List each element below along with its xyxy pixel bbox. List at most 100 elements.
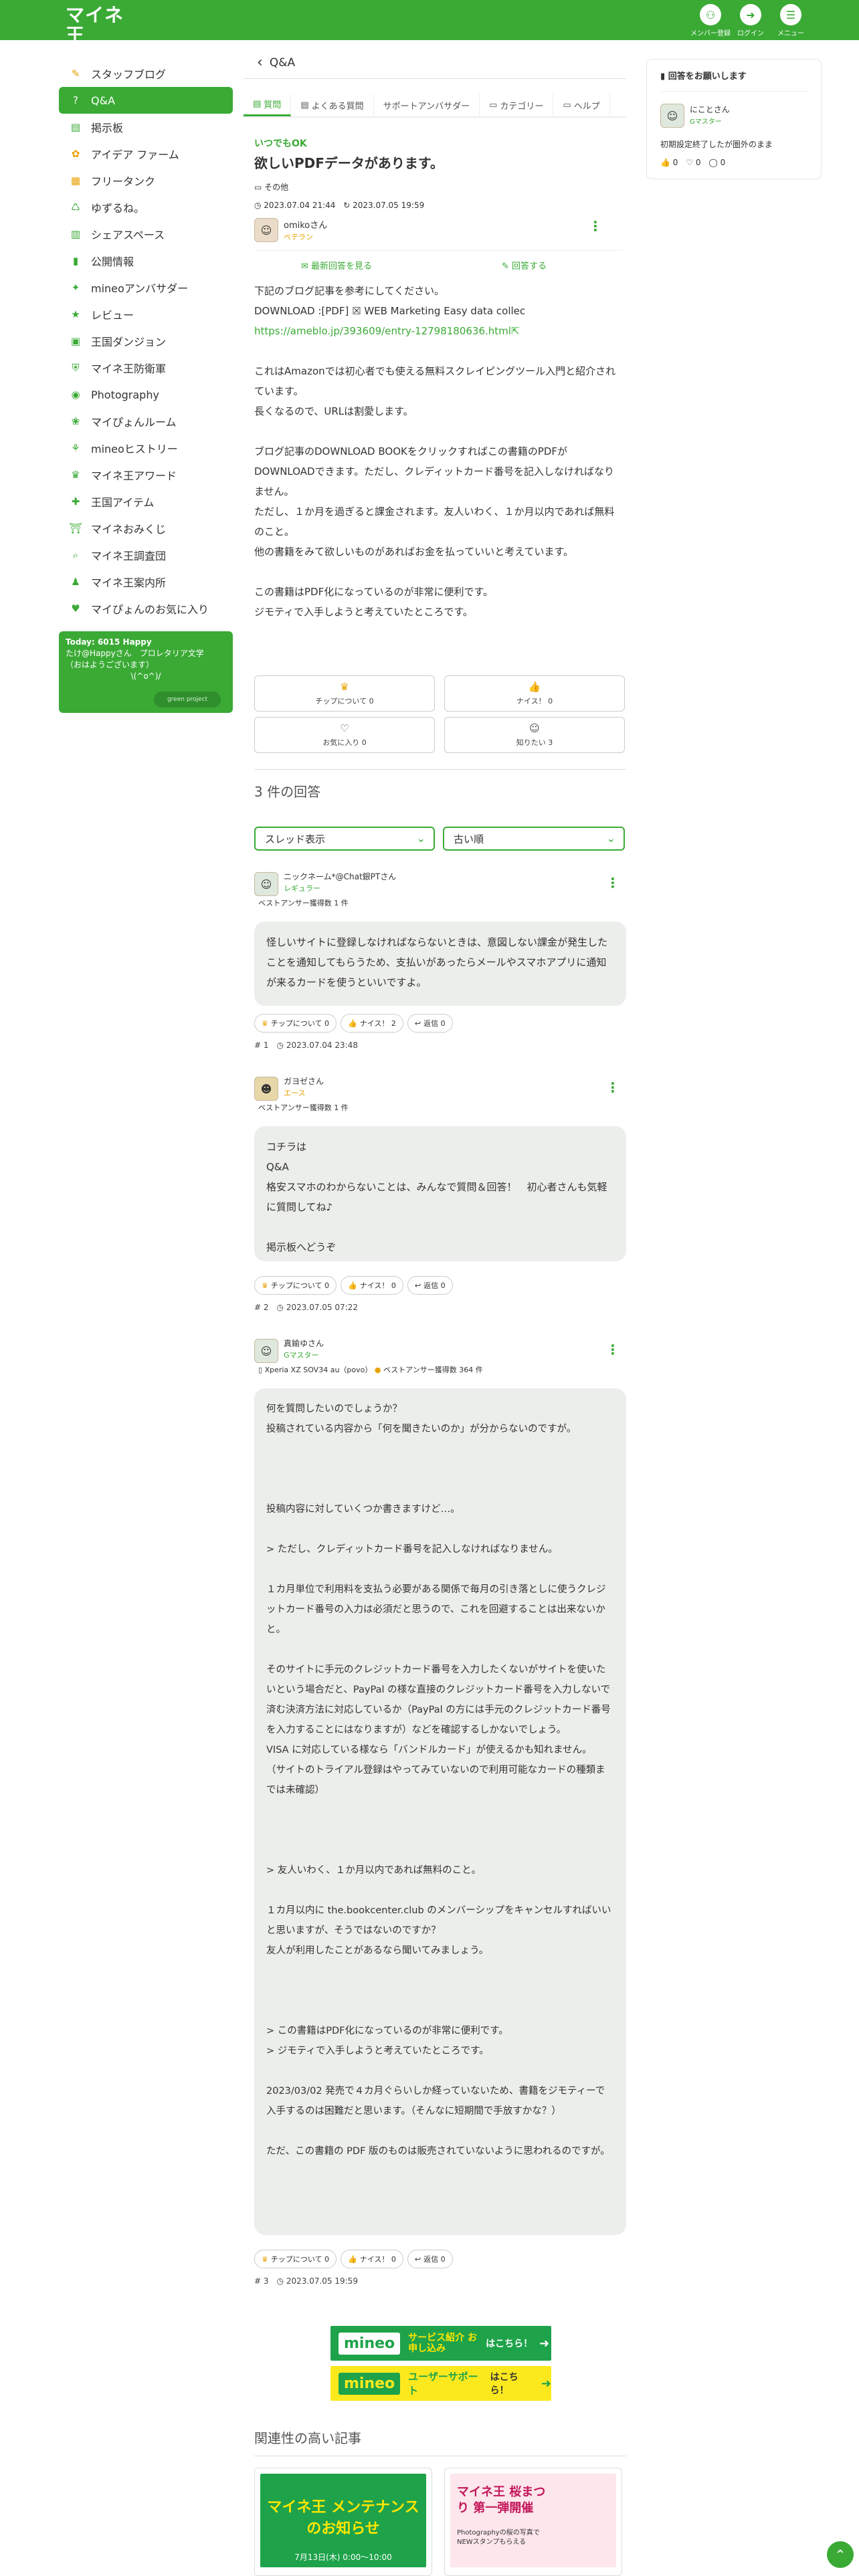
thread-view-select[interactable]: スレッド表示 ⌄ — [254, 827, 435, 851]
author-name[interactable]: omikoさん — [284, 218, 327, 231]
support-banner[interactable]: mineo ユーザーサポート はこちら！ ➜ — [330, 2366, 551, 2401]
favorite-button[interactable]: ♡ お気に入り 0 — [254, 717, 435, 753]
author-name[interactable]: 真鍮ゆさん — [284, 1337, 324, 1349]
nice-chip[interactable]: 👍 ナイス！ 0 — [341, 2250, 403, 2268]
sidebar-icon: ✿ — [71, 148, 80, 160]
more-options-icon[interactable]: ⋮ — [606, 1341, 619, 1358]
tip-button[interactable]: ♛ チップについて 0 — [254, 675, 435, 712]
answer-1-actions: ♛ チップについて 0 👍 ナイス！ 2 ↩ 返信 0 — [254, 1014, 453, 1034]
reply-link[interactable]: ✎ 回答する — [502, 259, 547, 272]
crown-icon: ♛ — [340, 681, 349, 693]
question-title: 欲しいPDFデータがあります。 — [254, 155, 444, 171]
menu-button[interactable]: ☰ メニュー — [769, 4, 812, 37]
author-name[interactable]: ニックネーム*@Chat銀PTさん — [284, 871, 396, 882]
sidebar-item-3[interactable]: ✿ アイデア ファーム — [59, 140, 233, 167]
related-title: 関連性の高い記事 — [254, 2430, 361, 2446]
nice-chip[interactable]: 👍 ナイス！ 2 — [341, 1014, 403, 1033]
latest-answer-link[interactable]: ✉ 最新回答を見る — [301, 259, 372, 272]
source-link[interactable]: https://ameblo.jp/393609/entry-127981806… — [254, 321, 622, 341]
sidebar-item-0[interactable]: ✎ スタッフブログ — [59, 60, 233, 87]
sidebar-item-15[interactable]: ♛ マイネ王アワード — [59, 461, 233, 488]
login-icon: ➜ — [740, 4, 761, 25]
related-card-2[interactable]: マイネ王 桜まつり 第一弾開催 Photographyの桜の写真で NEWスタン… — [444, 2468, 622, 2576]
sidebar-item-5[interactable]: ♺ ゆずるね。 — [59, 194, 233, 221]
sidebar-item-9[interactable]: ★ レビュー — [59, 301, 233, 328]
avatar[interactable]: ☻ — [254, 1077, 278, 1101]
best-answer-count: ベストアンサー獲得数 1 件 — [258, 1103, 349, 1112]
service-banner[interactable]: mineo サービス紹介 お申し込み はこちら！ ➜ — [330, 2326, 551, 2361]
sidebar-item-6[interactable]: ▥ シェアスペース — [59, 221, 233, 247]
sidebar-item-1[interactable]: ? Q&A — [59, 87, 233, 114]
tab-help[interactable]: ▭ ヘルプ — [553, 94, 610, 116]
site-logo[interactable]: マイネ王 ベータ版 — [66, 5, 126, 53]
smile-plus-icon: ☺ — [529, 722, 540, 734]
folder-icon: ▭ — [489, 100, 498, 110]
tab-support-ambassador[interactable]: サポートアンバサダー — [374, 94, 480, 116]
sidebar-item-label: 王国アイテム — [91, 496, 155, 509]
question-category[interactable]: ▭ その他 — [254, 181, 622, 193]
avatar[interactable]: ☺ — [254, 1339, 278, 1363]
sidebar-item-8[interactable]: ✦ mineoアンバサダー — [59, 274, 233, 301]
more-options-icon[interactable]: ⋮ — [606, 875, 619, 891]
scroll-top-button[interactable]: ⌃ — [827, 2541, 854, 2568]
person-add-icon: ⚇ — [700, 4, 721, 25]
request-question-text[interactable]: 初期設定終了したが圏外のまま — [660, 138, 807, 150]
thumbs-up-icon: 👍 — [348, 1018, 357, 1028]
clock-icon: ◷ — [276, 2276, 284, 2286]
author-name[interactable]: ガヨゼさん — [284, 1075, 324, 1087]
question-author[interactable]: ☺ omikoさん ベテラン ⋮ — [254, 215, 622, 245]
tip-chip[interactable]: ♛ チップについて 0 — [254, 1276, 337, 1295]
reply-chip[interactable]: ↩ 返信 0 — [407, 1276, 453, 1295]
medal-icon: ● — [374, 1366, 381, 1374]
nice-button[interactable]: 👍 ナイス！ 0 — [444, 675, 625, 712]
sidebar-item-label: 王国ダンジョン — [91, 336, 167, 348]
want-to-know-button[interactable]: ☺ 知りたい 3 — [444, 717, 625, 753]
member-register-button[interactable]: ⚇ メンバー登録 — [689, 4, 732, 37]
folder-icon: ▭ — [563, 100, 571, 110]
tip-chip[interactable]: ♛ チップについて 0 — [254, 1014, 337, 1033]
sidebar-item-19[interactable]: ♟ マイネ王案内所 — [59, 568, 233, 595]
sidebar-item-17[interactable]: ⛩ マイネおみくじ — [59, 515, 233, 542]
login-button[interactable]: ➜ ログイン — [729, 4, 772, 37]
question-header: いつでもOK 欲しいPDFデータがあります。 ▭ その他 ◷ 2023.07.0… — [254, 136, 622, 277]
faq-icon: ▤ — [300, 100, 309, 110]
sidebar-item-7[interactable]: ▮ 公開情報 — [59, 247, 233, 274]
back-chevron-icon[interactable]: ‹ — [257, 54, 263, 71]
sidebar-item-4[interactable]: ▦ フリータンク — [59, 167, 233, 194]
reply-icon: ↩ — [414, 1018, 421, 1028]
related-card-1[interactable]: マイネ王 メンテナンス のお知らせ 7月13日(木) 0:00～10:00 — [254, 2468, 432, 2576]
avatar[interactable]: ☺ — [660, 104, 684, 128]
sidebar-item-label: マイネおみくじ — [91, 523, 167, 536]
tab-question[interactable]: ▤ 質問 — [244, 94, 292, 116]
sidebar-item-2[interactable]: ▤ 掲示板 — [59, 114, 233, 140]
tip-chip[interactable]: ♛ チップについて 0 — [254, 2250, 337, 2268]
crown-icon: ♛ — [262, 1281, 268, 1290]
user-name[interactable]: にことさん — [690, 104, 730, 115]
sidebar-icon: ✚ — [71, 496, 80, 508]
chevron-down-icon: ⌄ — [606, 832, 615, 845]
tab-category[interactable]: ▭ カテゴリー — [480, 94, 554, 116]
sidebar-item-13[interactable]: ❀ マイぴょんルーム — [59, 408, 233, 435]
sidebar-item-11[interactable]: ⛨ マイネ王防衛軍 — [59, 354, 233, 381]
sidebar-item-16[interactable]: ✚ 王国アイテム — [59, 488, 233, 515]
breadcrumb[interactable]: ‹ Q&A — [244, 47, 626, 79]
more-options-icon[interactable]: ⋮ — [606, 1079, 619, 1095]
tab-faq[interactable]: ▤ よくある質問 — [291, 94, 374, 116]
sidebar-item-20[interactable]: ♥ マイぴょんのお気に入り — [59, 595, 233, 622]
request-user[interactable]: ☺ にことさん Gマスター — [660, 101, 807, 133]
today-happy-widget[interactable]: Today: 6015 Happy たけ@Happyさん プロレタリア文学 （おは… — [59, 631, 233, 713]
pencil-icon: ✎ — [502, 261, 512, 272]
avatar[interactable]: ☺ — [254, 872, 278, 896]
more-options-icon[interactable]: ⋮ — [589, 218, 602, 234]
nice-chip[interactable]: 👍 ナイス！ 0 — [341, 1276, 403, 1295]
reply-chip[interactable]: ↩ 返信 0 — [407, 2250, 453, 2268]
sidebar-item-18[interactable]: ⌕ マイネ王調査団 — [59, 542, 233, 568]
answer-1-meta: # 1 ◷ 2023.07.04 23:48 — [254, 1041, 358, 1050]
reply-chip[interactable]: ↩ 返信 0 — [407, 1014, 453, 1033]
avatar[interactable]: ☺ — [254, 218, 278, 242]
sidebar-item-12[interactable]: ◉ Photography — [59, 381, 233, 408]
order-select[interactable]: 古い順 ⌄ — [443, 827, 625, 851]
thumbs-up-icon: 👍 — [348, 2254, 357, 2264]
sidebar-item-10[interactable]: ▣ 王国ダンジョン — [59, 328, 233, 354]
sidebar-item-14[interactable]: ⚘ mineoヒストリー — [59, 435, 233, 461]
